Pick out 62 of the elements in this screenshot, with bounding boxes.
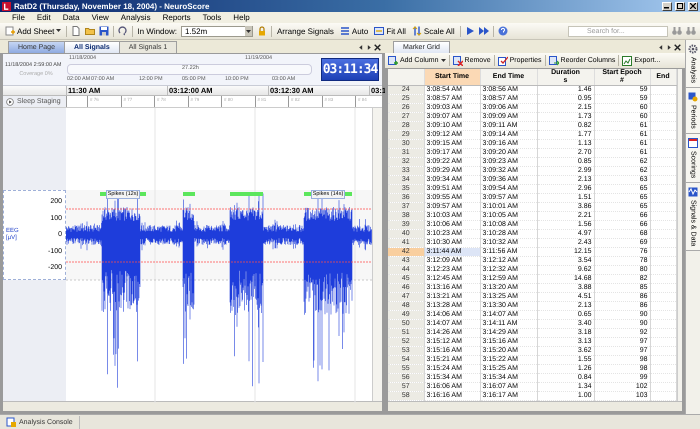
maximize-icon bbox=[677, 3, 683, 9]
maximize-button[interactable] bbox=[675, 2, 685, 10]
horizontal-scrollbar[interactable] bbox=[388, 401, 682, 411]
add-sheet-icon bbox=[5, 26, 15, 36]
help-icon bbox=[498, 26, 508, 36]
fast-forward-icon bbox=[478, 26, 489, 36]
scroll-right-icon bbox=[666, 44, 672, 51]
scroll-left-icon bbox=[358, 44, 364, 51]
in-window-label: In Window: bbox=[137, 26, 177, 36]
overview-timeline-track[interactable] bbox=[67, 64, 312, 75]
dropdown-arrow-icon bbox=[56, 29, 62, 33]
menu-item[interactable]: Edit bbox=[30, 13, 57, 22]
gear-icon bbox=[688, 44, 698, 54]
calendar-icon bbox=[688, 138, 698, 148]
app-icon bbox=[2, 2, 11, 10]
padlock-icon bbox=[256, 26, 267, 36]
menu-item[interactable]: Reports bbox=[156, 13, 197, 22]
menu-item[interactable]: Help bbox=[227, 13, 256, 22]
menu-item[interactable]: View bbox=[86, 13, 115, 22]
close-icon bbox=[674, 44, 681, 51]
dropdown-arrow-icon bbox=[440, 58, 446, 62]
marker-bar[interactable] bbox=[183, 190, 195, 198]
fit-all-button[interactable]: Fit All bbox=[373, 26, 407, 36]
export-icon bbox=[622, 56, 632, 66]
save-icon bbox=[99, 26, 110, 36]
vertical-scrollbar[interactable] bbox=[372, 108, 382, 401]
properties-icon bbox=[498, 56, 508, 66]
menu-item[interactable]: Data bbox=[56, 13, 86, 22]
expand-icon bbox=[6, 98, 14, 106]
scale-all-button[interactable]: Scale All bbox=[410, 26, 456, 36]
reorder-columns-icon bbox=[548, 56, 559, 66]
new-page-icon bbox=[71, 26, 82, 36]
menu-item[interactable]: File bbox=[6, 13, 31, 22]
close-icon bbox=[374, 44, 381, 51]
rows-icon bbox=[340, 26, 350, 36]
binoculars-icon bbox=[672, 26, 682, 36]
minimize-button[interactable] bbox=[662, 2, 672, 10]
signals-icon bbox=[688, 187, 698, 198]
play-icon bbox=[464, 26, 475, 36]
marker-bar[interactable] bbox=[230, 190, 263, 198]
add-sheet-button[interactable]: Add Sheet bbox=[4, 26, 62, 36]
vertical-scrollbar[interactable] bbox=[676, 69, 682, 401]
window-title: RatD2 (Thursday, November 18, 2004) - NeuroScore bbox=[14, 2, 210, 10]
add-column-icon bbox=[388, 56, 398, 66]
arrange-signals-button[interactable]: Arrange Signals bbox=[276, 26, 335, 36]
curved-arrow-icon bbox=[118, 26, 128, 36]
window-length-select[interactable]: 1.52m bbox=[180, 26, 253, 36]
console-icon bbox=[6, 417, 16, 427]
binoculars-icon bbox=[686, 26, 696, 36]
auto-button[interactable]: Auto bbox=[338, 26, 370, 36]
close-button[interactable] bbox=[688, 2, 698, 10]
scroll-left-icon bbox=[658, 44, 664, 51]
horizontal-scrollbar[interactable] bbox=[3, 401, 382, 411]
scale-icon bbox=[412, 26, 422, 36]
remove-icon bbox=[452, 56, 463, 66]
current-time-display: 03:11:34 bbox=[321, 58, 379, 81]
menu-item[interactable]: Analysis bbox=[114, 13, 157, 22]
scroll-right-icon bbox=[366, 44, 372, 51]
close-icon bbox=[690, 3, 696, 9]
folder-icon bbox=[85, 26, 96, 36]
fit-icon bbox=[374, 26, 384, 36]
menu-item[interactable]: Tools bbox=[196, 13, 228, 22]
